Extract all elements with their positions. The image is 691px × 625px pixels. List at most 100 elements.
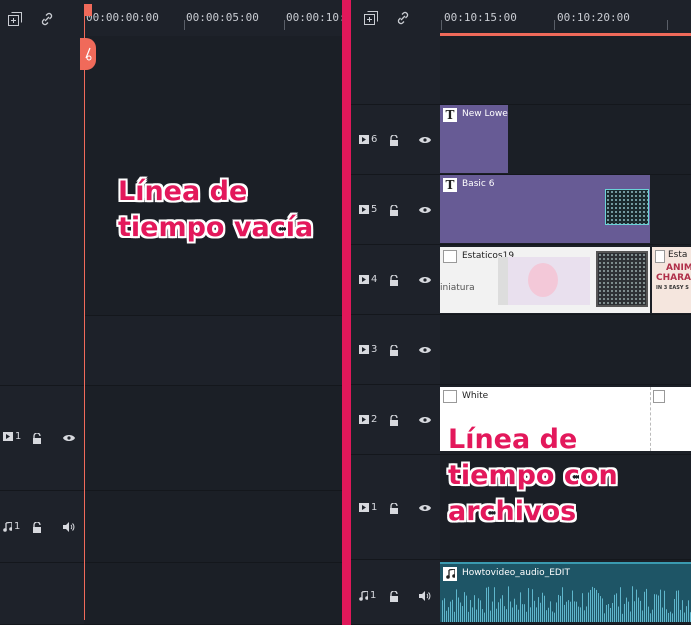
waveform-bar (668, 612, 669, 622)
timeline-lane-video-4[interactable]: Estaticos19 iniatura Esta ANIM CHARAC IN… (440, 245, 691, 315)
timeline-lane-video-1[interactable] (84, 386, 342, 491)
waveform-bar (530, 607, 531, 622)
link-icon[interactable] (38, 10, 56, 28)
waveform-bar (554, 612, 555, 622)
timeline-lane-audio-1[interactable]: Howtovideo_audio_EDIT (440, 560, 691, 625)
title-text-icon: T (443, 178, 457, 192)
track-header-video-3: 3 (351, 315, 440, 385)
waveform-bar (538, 597, 539, 622)
waveform-bar (600, 596, 601, 622)
eye-icon[interactable] (416, 271, 434, 289)
waveform-bar (682, 600, 683, 622)
waveform-bar (622, 613, 623, 622)
image-icon (655, 250, 665, 263)
waveform-bar (684, 612, 685, 622)
waveform-bar (478, 598, 479, 622)
track-header-video-6: 6 (351, 105, 440, 175)
track-number: 1 (371, 502, 378, 513)
lock-icon[interactable] (385, 201, 403, 219)
track-number: 2 (371, 414, 378, 425)
time-ruler[interactable]: 00:10:15:00 00:10:20:00 (440, 0, 691, 36)
audio-clip[interactable]: Howtovideo_audio_EDIT (440, 562, 691, 622)
waveform-bar (642, 610, 643, 622)
playhead-handle[interactable] (80, 38, 96, 70)
waveform-bar (688, 600, 689, 622)
image-clip-estaticos19[interactable]: Estaticos19 iniatura (440, 247, 650, 313)
ruler-time-label: 00:00:10:0 (286, 11, 342, 24)
lock-icon[interactable] (385, 131, 403, 149)
eye-icon[interactable] (60, 429, 78, 447)
waveform-bar (620, 587, 621, 622)
lock-icon[interactable] (385, 271, 403, 289)
waveform-bar (680, 609, 681, 622)
waveform-bar (574, 601, 575, 622)
timeline-lane-empty[interactable] (440, 36, 691, 105)
lock-icon[interactable] (385, 587, 403, 605)
eye-icon[interactable] (416, 499, 434, 517)
waveform-bar (550, 601, 551, 622)
playhead-marker[interactable] (84, 4, 92, 16)
waveform-bar (512, 607, 513, 622)
lock-icon[interactable] (28, 518, 46, 536)
speaker-icon[interactable] (416, 587, 434, 605)
track-number: 1 (14, 521, 21, 532)
timeline-lane-video-6[interactable]: T New Lowe (440, 105, 691, 175)
add-track-icon[interactable] (6, 10, 24, 28)
image-icon (443, 250, 457, 263)
image-clip-animated-characters[interactable]: Esta ANIM CHARAC IN 3 EASY S (652, 247, 691, 313)
title-clip-basic-6[interactable]: T Basic 6 (440, 175, 650, 243)
annotation-line: archivos (448, 496, 577, 527)
waveform-bar (494, 587, 495, 622)
waveform-bar (594, 588, 595, 622)
speaker-icon[interactable] (60, 518, 78, 536)
eye-icon[interactable] (416, 341, 434, 359)
track-number: 1 (370, 590, 377, 601)
timeline-lane[interactable] (84, 563, 342, 625)
waveform-bar (556, 602, 557, 622)
timeline-lane[interactable] (84, 316, 342, 386)
waveform-bar (524, 604, 525, 622)
music-note-icon (3, 521, 12, 532)
lock-icon[interactable] (385, 499, 403, 517)
eye-icon[interactable] (416, 131, 434, 149)
waveform-bar (638, 597, 639, 622)
clip-thumbnail (605, 189, 649, 225)
time-ruler[interactable]: 00:00:00:00 00:00:05:00 00:00:10:0 (84, 0, 342, 36)
timeline-lane-audio-1[interactable] (84, 491, 342, 563)
title-clip-new-lower[interactable]: T New Lowe (440, 105, 508, 173)
waveform-bar (514, 598, 515, 622)
timeline-lane-video-3[interactable] (440, 315, 691, 385)
waveform-bar (686, 606, 687, 622)
waveform-bar (442, 600, 443, 622)
waveform-bar (480, 600, 481, 622)
waveform-bar (658, 595, 659, 622)
track-header-video-2: 2 (351, 385, 440, 455)
lock-icon[interactable] (28, 429, 46, 447)
thumbnail-text: IN 3 EASY S (656, 285, 689, 291)
eye-icon[interactable] (416, 201, 434, 219)
timeline-lane-video-5[interactable]: T Basic 6 (440, 175, 691, 245)
eye-icon[interactable] (416, 411, 434, 429)
waveform-bar (500, 598, 501, 622)
track-toolbar (351, 0, 440, 36)
lock-icon[interactable] (385, 411, 403, 429)
waveform-bar (662, 607, 663, 622)
clip-title: New Lowe (462, 109, 508, 119)
add-track-icon[interactable] (362, 9, 380, 27)
annotation-text: Línea de tiempo vacía (118, 174, 313, 246)
waveform-bar (654, 594, 655, 622)
lock-icon[interactable] (385, 341, 403, 359)
waveform-bar (484, 612, 485, 622)
waveform-bar (624, 603, 625, 622)
waveform-bar (490, 610, 491, 622)
ruler-time-label: 00:00:05:00 (186, 11, 259, 24)
playhead-line[interactable] (84, 4, 85, 620)
waveform-bar (462, 606, 463, 622)
ruler-time-label: 00:10:20:00 (557, 11, 630, 24)
waveform-bar (498, 602, 499, 622)
waveform-bar (608, 603, 609, 622)
clip-title: White (462, 391, 489, 401)
waveform-bar (482, 609, 483, 622)
link-icon[interactable] (394, 9, 412, 27)
video-track-icon (359, 205, 369, 214)
